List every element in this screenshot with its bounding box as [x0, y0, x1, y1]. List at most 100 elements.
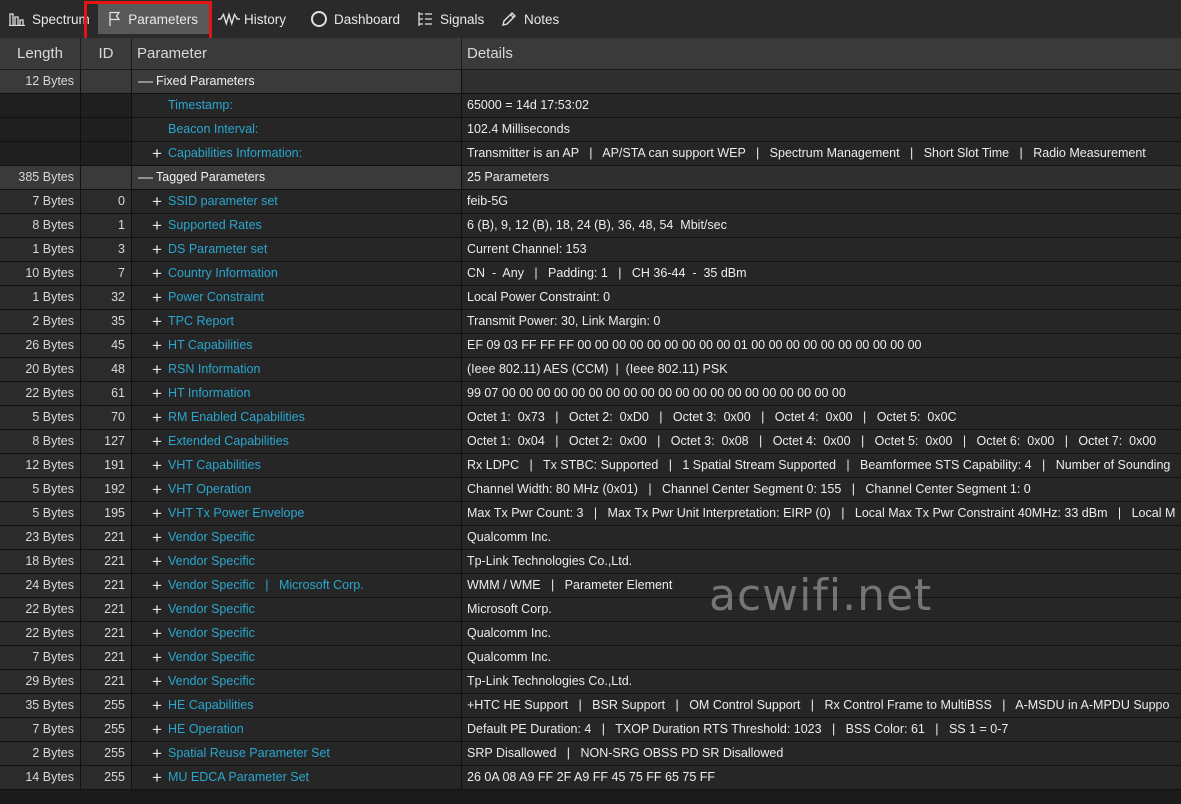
col-parameter[interactable]: Parameter [132, 38, 462, 69]
expand-icon[interactable]: + [150, 574, 164, 597]
group-row-fixed[interactable]: 12 Bytes — Fixed Parameters [0, 70, 1181, 94]
cell-id: 70 [81, 406, 132, 429]
tab-label: Dashboard [334, 11, 401, 27]
expand-icon[interactable]: + [150, 358, 164, 381]
collapse-icon[interactable]: — [138, 70, 153, 93]
cell-id: 255 [81, 718, 132, 741]
expand-icon[interactable]: + [150, 718, 164, 741]
table-row[interactable]: 26 Bytes 45 + HT Capabilities EF 09 03 FF FF… [0, 334, 1181, 358]
collapse-icon[interactable]: — [138, 166, 153, 189]
table-row[interactable]: 29 Bytes 221 + Vendor Specific Tp-Link Techn… [0, 670, 1181, 694]
parameter-label: Extended Capabilities [168, 430, 289, 453]
parameter-name: Vendor Specific [168, 650, 255, 664]
table-row[interactable]: 24 Bytes 221 + Vendor Specific | Microsoft … [0, 574, 1181, 598]
table-row[interactable]: 5 Bytes 70 + RM Enabled Capabilities Octet 1… [0, 406, 1181, 430]
expand-icon[interactable]: + [150, 598, 164, 621]
cell-length [0, 94, 81, 117]
parameter-name: Supported Rates [168, 218, 262, 232]
table-row[interactable]: 23 Bytes 221 + Vendor Specific Qualcomm Inc. [0, 526, 1181, 550]
cell-id: 48 [81, 358, 132, 381]
table-row[interactable]: 8 Bytes 127 + Extended Capabilities Octet 1:… [0, 430, 1181, 454]
expand-icon[interactable]: + [150, 262, 164, 285]
cell-length [0, 118, 81, 141]
expand-icon[interactable]: + [150, 286, 164, 309]
col-details[interactable]: Details [462, 38, 1181, 69]
cell-parameter: — Tagged Parameters [132, 166, 462, 189]
table-row[interactable]: Timestamp: 65000 = 14d 17:53:02 [0, 94, 1181, 118]
expand-icon[interactable]: + [150, 766, 164, 789]
table-row[interactable]: 8 Bytes 1 + Supported Rates 6 (B), 9, 12 (B)… [0, 214, 1181, 238]
tab-dashboard[interactable]: Dashboard [308, 4, 400, 34]
table-row[interactable]: 10 Bytes 7 + Country Information CN - Any | … [0, 262, 1181, 286]
table-row[interactable]: + Capabilities Information: Transmitter is… [0, 142, 1181, 166]
group-row-tagged[interactable]: 385 Bytes — Tagged Parameters 25 Paramet… [0, 166, 1181, 190]
table-row[interactable]: 35 Bytes 255 + HE Capabilities +HTC HE Suppo… [0, 694, 1181, 718]
parameter-name: Vendor Specific [168, 554, 255, 568]
table-row[interactable]: 22 Bytes 221 + Vendor Specific Qualcomm Inc. [0, 622, 1181, 646]
table-row[interactable]: Beacon Interval: 102.4 Milliseconds [0, 118, 1181, 142]
cell-id [81, 118, 132, 141]
expand-icon[interactable]: + [150, 430, 164, 453]
expand-icon[interactable]: + [150, 190, 164, 213]
table-row[interactable]: 12 Bytes 191 + VHT Capabilities Rx LDPC | Tx… [0, 454, 1181, 478]
expand-icon[interactable]: + [150, 742, 164, 765]
tab-notes[interactable]: Notes [498, 4, 559, 34]
expand-icon[interactable]: + [150, 238, 164, 261]
cell-parameter: + Power Constraint [132, 286, 462, 309]
cell-id: 191 [81, 454, 132, 477]
parameter-name: RM Enabled Capabilities [168, 410, 305, 424]
group-label: Fixed Parameters [156, 74, 255, 88]
expand-icon[interactable]: + [150, 670, 164, 693]
cell-details: Rx LDPC | Tx STBC: Supported | 1 Spatial… [462, 454, 1181, 477]
cell-length: 12 Bytes [0, 70, 81, 93]
expand-icon[interactable]: + [150, 478, 164, 501]
col-length[interactable]: Length [0, 38, 81, 69]
table-row[interactable]: 7 Bytes 255 + HE Operation Default PE Durati… [0, 718, 1181, 742]
table-row[interactable]: 7 Bytes 0 + SSID parameter set feib-5G [0, 190, 1181, 214]
table-row[interactable]: 14 Bytes 255 + MU EDCA Parameter Set 26 0A 0… [0, 766, 1181, 790]
parameter-name: SSID parameter set [168, 194, 278, 208]
expand-icon[interactable]: + [150, 646, 164, 669]
expand-icon[interactable]: + [150, 454, 164, 477]
table-row[interactable]: 22 Bytes 61 + HT Information 99 07 00 00 00 … [0, 382, 1181, 406]
parameter-label: Power Constraint [168, 286, 264, 309]
tab-parameters[interactable]: Parameters [98, 4, 210, 34]
table-row[interactable]: 7 Bytes 221 + Vendor Specific Qualcomm Inc. [0, 646, 1181, 670]
cell-details: Qualcomm Inc. [462, 646, 1181, 669]
expand-icon[interactable]: + [150, 142, 164, 165]
parameter-label: HT Capabilities [168, 334, 253, 357]
list-icon [414, 8, 436, 30]
table-row[interactable]: 22 Bytes 221 + Vendor Specific Microsoft Cor… [0, 598, 1181, 622]
cell-id [81, 166, 132, 189]
cell-details: 102.4 Milliseconds [462, 118, 1181, 141]
expand-icon[interactable]: + [150, 214, 164, 237]
expand-icon[interactable]: + [150, 334, 164, 357]
expand-icon[interactable]: + [150, 406, 164, 429]
table-row[interactable]: 20 Bytes 48 + RSN Information (Ieee 802.11) … [0, 358, 1181, 382]
table-row[interactable]: 2 Bytes 255 + Spatial Reuse Parameter Set SR… [0, 742, 1181, 766]
table-row[interactable]: 5 Bytes 192 + VHT Operation Channel Width: 8… [0, 478, 1181, 502]
expand-icon[interactable]: + [150, 550, 164, 573]
table-row[interactable]: 18 Bytes 221 + Vendor Specific Tp-Link Techn… [0, 550, 1181, 574]
expand-icon[interactable]: + [150, 526, 164, 549]
cell-length: 20 Bytes [0, 358, 81, 381]
expand-icon[interactable]: + [150, 502, 164, 525]
table-row[interactable]: 1 Bytes 32 + Power Constraint Local Power Co… [0, 286, 1181, 310]
table-row[interactable]: 5 Bytes 195 + VHT Tx Power Envelope Max Tx P… [0, 502, 1181, 526]
expand-icon[interactable]: + [150, 310, 164, 333]
expand-icon[interactable]: + [150, 622, 164, 645]
col-id[interactable]: ID [81, 38, 132, 69]
cell-length: 14 Bytes [0, 766, 81, 789]
table-row[interactable]: 1 Bytes 3 + DS Parameter set Current Channel… [0, 238, 1181, 262]
cell-details: Qualcomm Inc. [462, 622, 1181, 645]
cell-details: Microsoft Corp. [462, 598, 1181, 621]
cell-parameter: + Vendor Specific [132, 526, 462, 549]
tab-spectrum[interactable]: Spectrum [6, 4, 90, 34]
table-row[interactable]: 2 Bytes 35 + TPC Report Transmit Power: 30, … [0, 310, 1181, 334]
expand-icon[interactable]: + [150, 694, 164, 717]
cell-id: 7 [81, 262, 132, 285]
expand-icon[interactable]: + [150, 382, 164, 405]
cell-parameter: + DS Parameter set [132, 238, 462, 261]
tab-history[interactable]: History [218, 4, 286, 34]
tab-signals[interactable]: Signals [414, 4, 484, 34]
